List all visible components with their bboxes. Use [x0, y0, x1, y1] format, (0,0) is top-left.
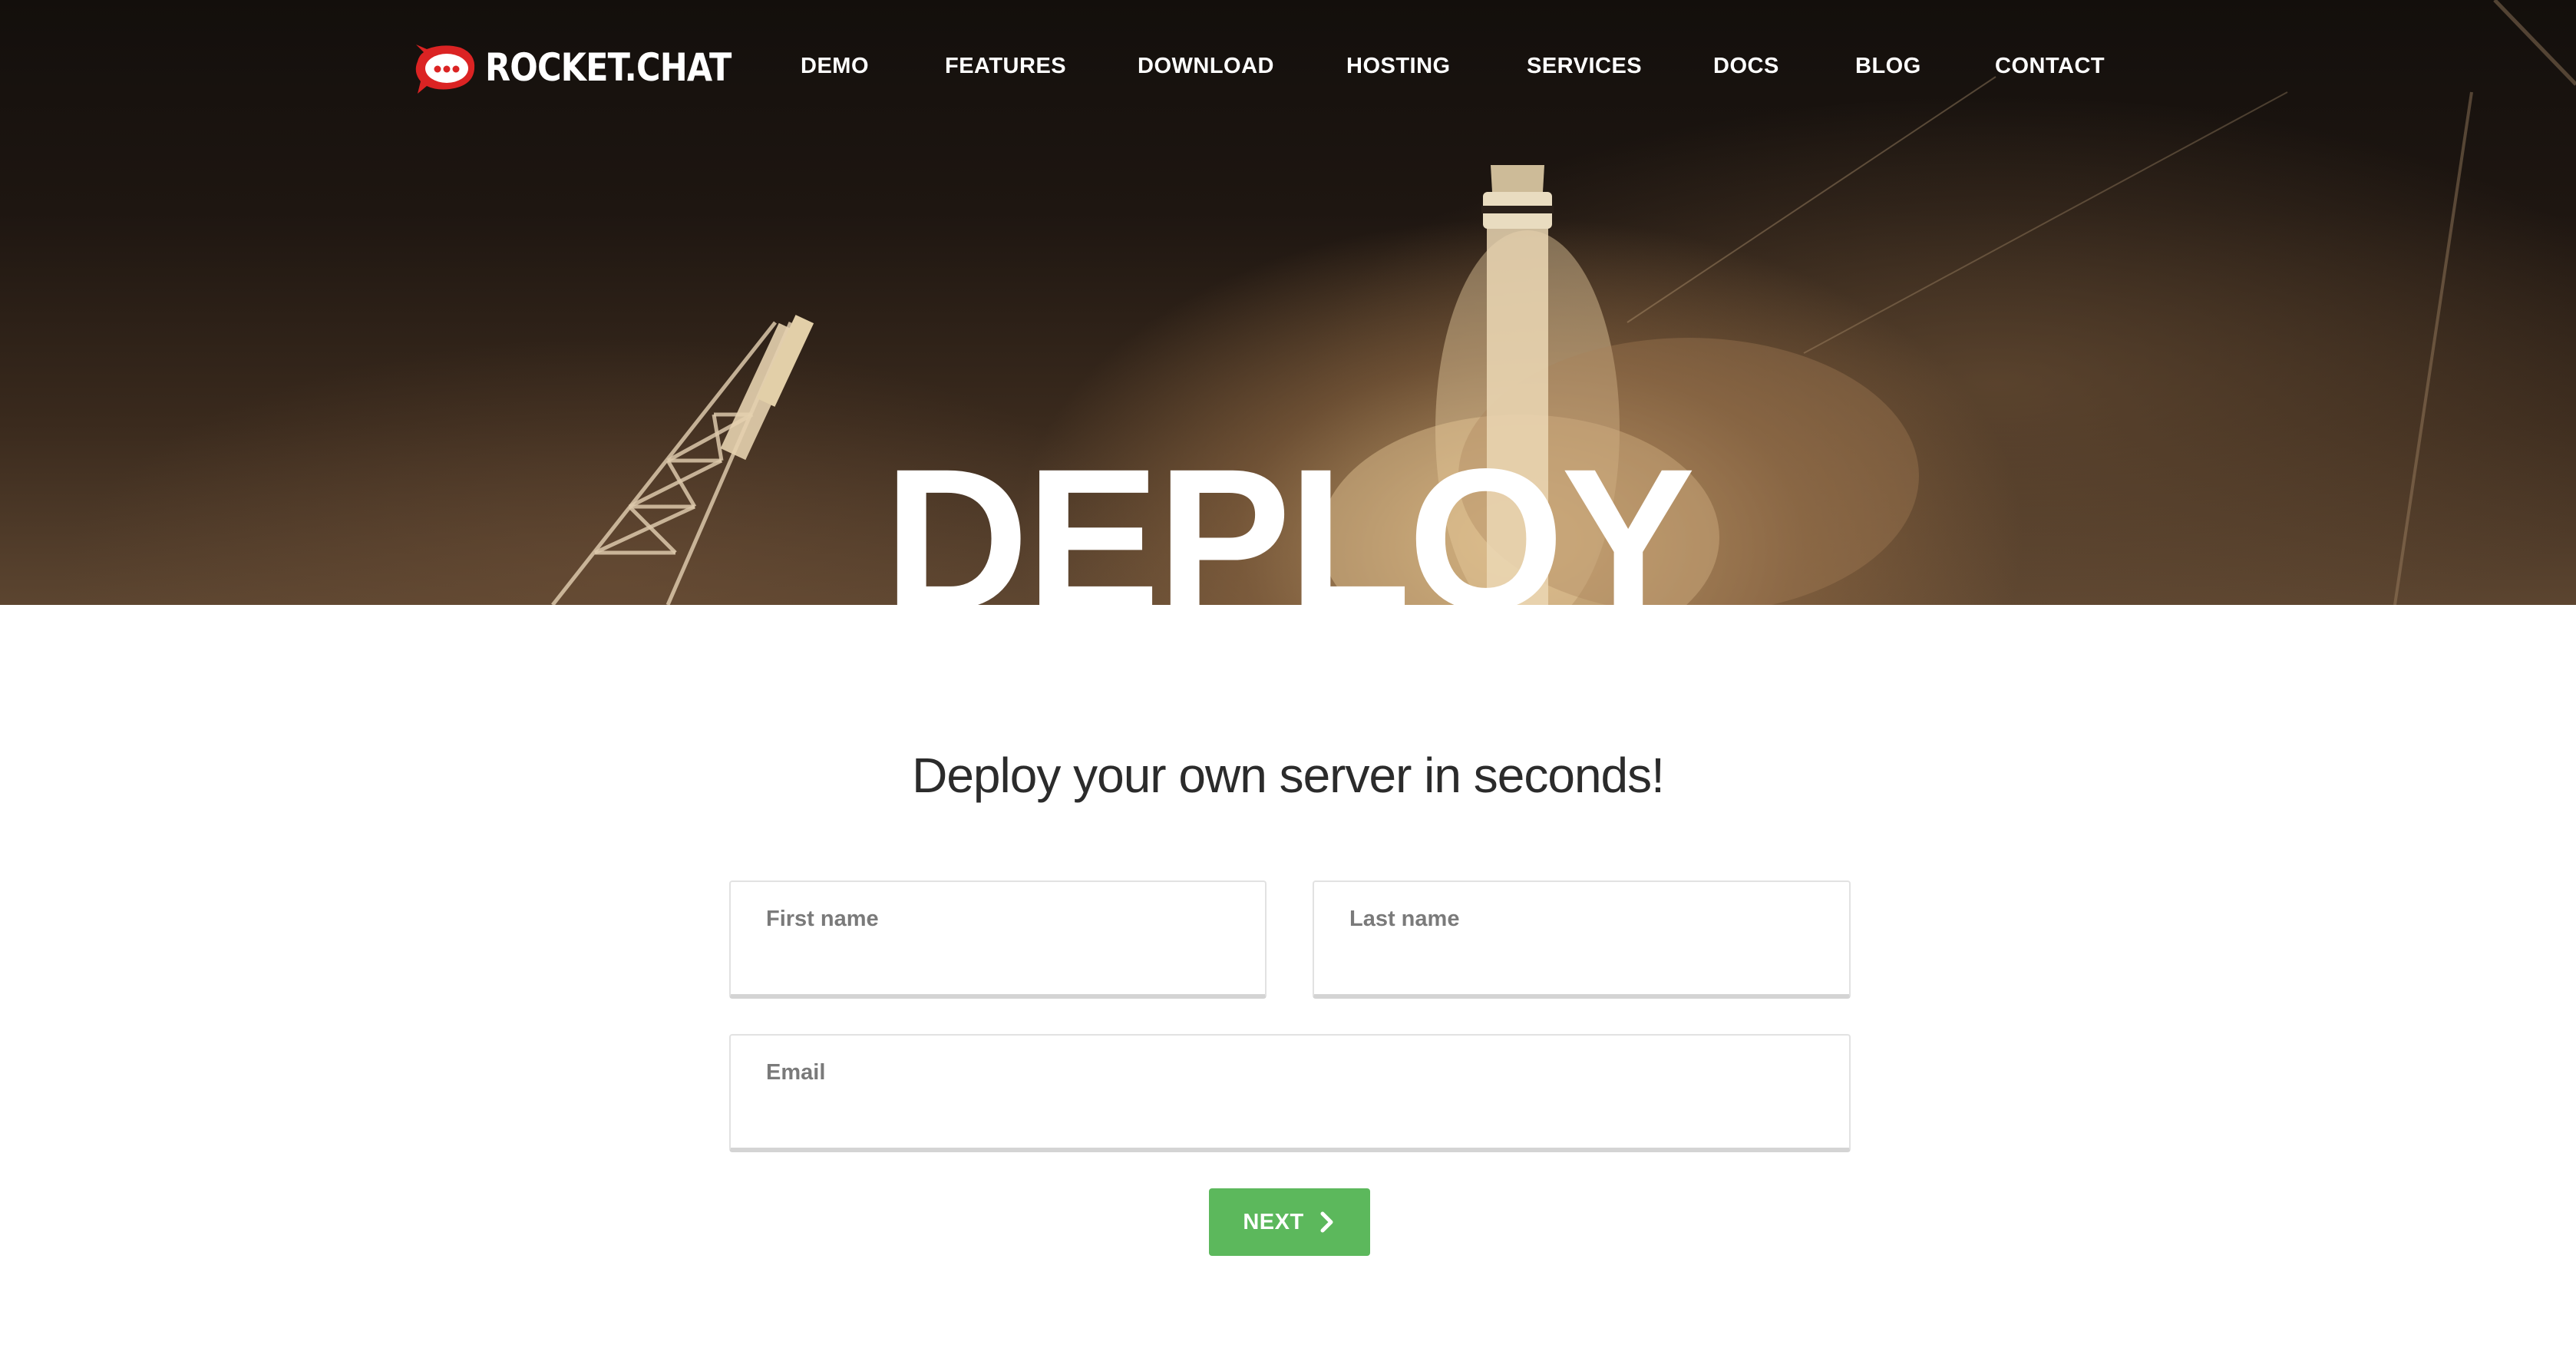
- nav-contact[interactable]: CONTACT: [1995, 54, 2105, 79]
- brand-name: ROCKET.CHAT: [485, 45, 732, 90]
- hero-banner: ROCKET.CHAT DEMO FEATURES DOWNLOAD HOSTI…: [0, 0, 2576, 605]
- email-input[interactable]: [765, 1095, 1814, 1135]
- next-button[interactable]: NEXT: [1209, 1188, 1370, 1256]
- first-name-label: First name: [766, 907, 879, 931]
- next-button-label: NEXT: [1243, 1209, 1304, 1234]
- nav-services[interactable]: SERVICES: [1527, 54, 1642, 79]
- first-name-input[interactable]: [765, 942, 1230, 982]
- last-name-field[interactable]: Last name: [1313, 880, 1851, 999]
- email-label: Email: [766, 1060, 826, 1085]
- nav-hosting[interactable]: HOSTING: [1346, 54, 1451, 79]
- last-name-label: Last name: [1349, 907, 1460, 931]
- nav-download[interactable]: DOWNLOAD: [1138, 54, 1274, 79]
- email-field[interactable]: Email: [729, 1034, 1851, 1152]
- page-headline: Deploy your own server in seconds!: [912, 748, 1665, 803]
- nav-blog[interactable]: BLOG: [1855, 54, 1921, 79]
- nav-docs[interactable]: DOCS: [1713, 54, 1779, 79]
- rocket-chat-bubble-icon: [415, 45, 475, 94]
- brand-logo[interactable]: ROCKET.CHAT: [413, 38, 771, 97]
- top-navigation: ROCKET.CHAT DEMO FEATURES DOWNLOAD HOSTI…: [0, 0, 2576, 138]
- chevron-right-icon: [1320, 1211, 1333, 1233]
- first-name-field[interactable]: First name: [729, 880, 1267, 999]
- last-name-input[interactable]: [1348, 942, 1814, 982]
- hero-title: DEPLOY: [883, 427, 1695, 606]
- nav-demo[interactable]: DEMO: [801, 54, 869, 79]
- nav-features[interactable]: FEATURES: [945, 54, 1066, 79]
